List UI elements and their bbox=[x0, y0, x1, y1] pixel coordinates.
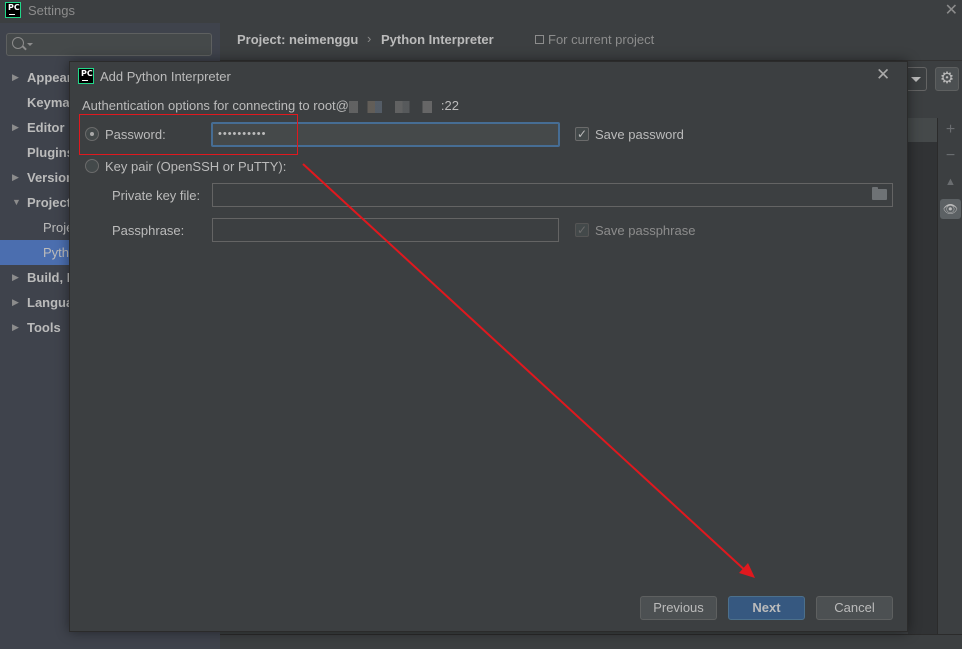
auth-description: Authentication options for connecting to… bbox=[82, 98, 459, 113]
auth-prefix: Authentication options for connecting to… bbox=[82, 98, 349, 113]
settings-window-title: Settings bbox=[28, 3, 75, 18]
pycharm-logo-icon: PC bbox=[5, 2, 21, 18]
keypair-radio-label[interactable]: Key pair (OpenSSH or PuTTY): bbox=[105, 159, 286, 174]
interpreter-dropdown-arrow-icon[interactable] bbox=[906, 67, 927, 91]
content-header: Project: neimenggu › Python Interpreter … bbox=[220, 23, 962, 61]
project-scope-icon bbox=[535, 35, 544, 44]
annotation-highlight-box bbox=[79, 114, 298, 155]
show-early-releases-eye-icon[interactable]: 👁 bbox=[940, 199, 961, 219]
passphrase-field[interactable] bbox=[212, 218, 559, 242]
save-passphrase-checkbox[interactable]: ✓ bbox=[575, 223, 589, 237]
folder-browse-icon[interactable] bbox=[872, 187, 887, 200]
packages-toolbar: + − ▲ 👁 bbox=[937, 118, 962, 634]
breadcrumb-separator: › bbox=[367, 31, 372, 46]
expand-arrow-icon[interactable]: ▶ bbox=[12, 115, 19, 140]
settings-titlebar: PC Settings ✕ bbox=[0, 0, 962, 23]
keypair-radio[interactable] bbox=[85, 159, 99, 173]
packages-table[interactable] bbox=[908, 118, 937, 634]
cancel-button[interactable]: Cancel bbox=[816, 596, 893, 620]
dialog-close-icon[interactable]: ✕ bbox=[876, 65, 890, 85]
sidebar-item-label: Plugins bbox=[27, 145, 74, 160]
breadcrumb-page: Python Interpreter bbox=[381, 32, 494, 47]
search-options-caret-icon[interactable] bbox=[27, 43, 33, 46]
settings-bottom-strip bbox=[220, 634, 962, 649]
breadcrumb-project: Project: neimenggu bbox=[237, 32, 359, 47]
redacted-host bbox=[348, 100, 441, 113]
add-package-icon[interactable]: + bbox=[940, 120, 961, 140]
expand-arrow-icon[interactable]: ▶ bbox=[12, 315, 19, 340]
save-password-label[interactable]: Save password bbox=[595, 127, 684, 142]
scope-label: For current project bbox=[548, 32, 655, 47]
private-key-file-field[interactable] bbox=[212, 183, 893, 207]
expand-arrow-icon[interactable]: ▶ bbox=[12, 165, 19, 190]
passphrase-label: Passphrase: bbox=[112, 223, 185, 238]
save-password-checkbox[interactable]: ✓ bbox=[575, 127, 589, 141]
sidebar-item-label: Editor bbox=[27, 120, 65, 135]
next-button[interactable]: Next bbox=[728, 596, 805, 620]
upgrade-package-icon[interactable]: ▲ bbox=[940, 172, 961, 192]
expand-arrow-icon[interactable]: ▶ bbox=[12, 265, 19, 290]
private-key-file-label: Private key file: bbox=[112, 188, 201, 203]
collapse-arrow-icon[interactable]: ▼ bbox=[12, 190, 21, 215]
search-icon bbox=[12, 37, 24, 49]
auth-port: :22 bbox=[440, 98, 459, 113]
dialog-title: Add Python Interpreter bbox=[100, 69, 231, 84]
pycharm-logo-icon: PC bbox=[78, 68, 94, 84]
expand-arrow-icon[interactable]: ▶ bbox=[12, 290, 19, 315]
packages-table-header bbox=[908, 118, 937, 142]
previous-button[interactable]: Previous bbox=[640, 596, 717, 620]
save-passphrase-label[interactable]: Save passphrase bbox=[595, 223, 695, 238]
settings-close-icon[interactable]: ✕ bbox=[945, 0, 958, 20]
remove-package-icon[interactable]: − bbox=[940, 146, 961, 166]
expand-arrow-icon[interactable]: ▶ bbox=[12, 65, 19, 90]
sidebar-item-label: Tools bbox=[27, 320, 61, 335]
gear-icon[interactable]: ⚙ bbox=[935, 67, 959, 91]
settings-search-input[interactable] bbox=[6, 33, 212, 56]
